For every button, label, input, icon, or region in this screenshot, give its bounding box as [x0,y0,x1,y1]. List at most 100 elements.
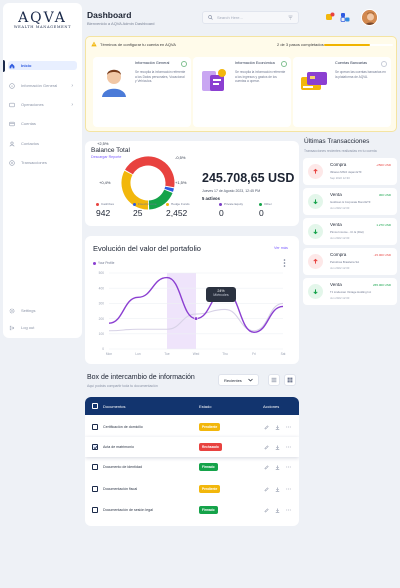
y-tick-label: 200 [99,317,105,321]
logout-icon [8,324,15,331]
x-tick-label: Mon [106,352,112,356]
sidebar-item-logout[interactable]: Log out [8,323,77,332]
transaction-description: iShares MSCI Japan ETF [330,170,362,174]
edit-icon[interactable] [263,507,269,513]
chart-tooltip: 24% Miércoles [206,287,236,302]
transaction-item[interactable]: Venta Pimco Income - Cl. E (Dist) Jun 2022… [303,218,397,245]
x-tick-label: Sat [281,352,286,356]
more-icon[interactable] [285,424,291,430]
download-icon[interactable] [274,507,280,513]
warning-icon [91,41,97,48]
sort-select[interactable]: Recientes [218,374,259,386]
transaction-item[interactable]: Compra iShares MSCI Japan ETF Sep 2022 12:… [303,158,397,185]
edit-icon[interactable] [263,424,269,430]
transaction-item[interactable]: Venta TJ Lindeman Vintage Holding Inc Jun … [303,278,397,305]
arrow-up-icon [308,254,323,269]
sidebar-item-settings[interactable]: Settings [8,306,77,315]
transaction-item[interactable]: Compra Petrobras Brasileira SA Jun 2022 12… [303,248,397,275]
data-point [137,297,138,298]
download-icon[interactable] [274,424,280,430]
legend-value: 0 [219,208,224,218]
gear-icon [8,307,15,314]
row-checkbox[interactable] [92,507,98,513]
table-row[interactable]: Acta de matrimonio Rechazado [85,437,299,457]
sidebar-item-inicio[interactable]: Inicio [8,61,77,70]
table-row[interactable]: Documento de identidad Firmado [85,457,299,477]
check-circle-icon [381,61,387,67]
legend-fixed-income: Fixed Income 25 [133,202,157,218]
avatar[interactable] [361,9,378,26]
bank-cards-illustration-icon [301,72,327,90]
grid-view-button[interactable] [284,374,296,386]
step-card-bancarias[interactable]: Cuentas Bancarias Se operan las cuentas … [293,57,391,127]
row-checkbox[interactable] [92,444,98,450]
edit-icon[interactable] [263,486,269,492]
change-label: +0,4% [99,180,111,185]
more-icon[interactable] [285,444,291,450]
sidebar-item-transacciones[interactable]: Transacciones [8,158,77,167]
list-view-button[interactable] [268,374,280,386]
sidebar-item-label: Log out [21,325,35,330]
column-header-actions: Acciones [263,404,280,409]
document-name: Documentación de sesión legal [103,508,153,512]
download-icon[interactable] [274,444,280,450]
transaction-item[interactable]: Venta Goldman & Corporate Bond ETF Jun 202… [303,188,397,215]
filter-icon[interactable] [288,15,293,21]
data-point [166,277,167,278]
edit-icon[interactable] [263,464,269,470]
transaction-type: Venta [330,282,342,287]
transaction-amount: 300 USD [378,193,391,197]
step-card-economica[interactable]: Información Económica Se recopila la inf… [193,57,291,127]
transaction-amount: -2500 USD [376,163,391,167]
sidebar-item-contactos[interactable]: Contactos [8,139,77,148]
download-icon[interactable] [274,464,280,470]
apps-icon[interactable] [340,12,350,22]
transaction-date: Jun 2022 12:30 [330,296,350,300]
brand-tagline: WEALTH MANAGEMENT [13,25,72,29]
select-all-checkbox[interactable] [92,403,98,409]
x-tick-label: Wed [193,352,200,356]
legend-dot [259,202,262,206]
change-label: +2,5% [97,141,109,146]
legend-hedge-funds: Hedge Funds 2,452 [166,202,190,218]
legend-private-equity: Private Equity 0 [219,202,243,218]
transaction-type: Venta [330,222,342,227]
step-card-general[interactable]: Información General Se recopila la infor… [93,57,191,127]
edit-icon[interactable] [263,444,269,450]
more-icon[interactable] [285,464,291,470]
table-row[interactable]: Documentación fiscal Pendiente [85,479,299,499]
contacts-icon [8,140,15,147]
transaction-date: Jun 2022 12:30 [330,206,350,210]
search-input[interactable]: Search Here... [202,11,299,24]
status-badge: Pendiente [199,485,221,493]
download-icon[interactable] [274,486,280,492]
row-checkbox[interactable] [92,464,98,470]
row-checkbox[interactable] [92,424,98,430]
row-checkbox[interactable] [92,486,98,492]
more-icon[interactable] [285,486,291,492]
sidebar-item-label: Inicio [21,63,32,68]
y-tick-label: 400 [99,286,105,290]
x-tick-label: Thu [222,352,228,356]
sidebar-item-cuentas[interactable]: Cuentas [8,119,77,128]
document-name: Acta de matrimonio [103,445,134,449]
sidebar-item-operaciones[interactable]: Operaciones › [8,100,77,109]
step-description: Se recopila la información referente a l… [135,70,186,84]
brand-logo[interactable]: AQVA WEALTH MANAGEMENT [3,11,82,30]
onboarding-title: Términos de configurar tu cuenta en AQVA [100,42,176,47]
chevron-right-icon: › [71,82,73,89]
arrow-down-icon [308,224,323,239]
more-icon[interactable] [285,507,291,513]
transaction-description: Petrobras Brasileira SA [330,260,360,264]
table-row[interactable]: Documentación de sesión legal Firmado [85,500,299,520]
data-point [253,332,254,333]
transaction-amount: 1.270 USD [376,223,391,227]
transaction-description: Pimco Income - Cl. E (Dist) [330,230,364,234]
legend-value: 25 [133,208,143,218]
table-row[interactable]: Certificación de domicilio Pendiente [85,417,299,437]
sidebar-item-label: Contactos [21,141,40,146]
bell-icon[interactable] [325,12,335,22]
sidebar-item-informacion-general[interactable]: Información General › [8,81,77,90]
balance-legend: Cash/bes 942 Fixed Income 25 Hedge Funds… [85,198,299,226]
transactions-icon [8,159,15,166]
